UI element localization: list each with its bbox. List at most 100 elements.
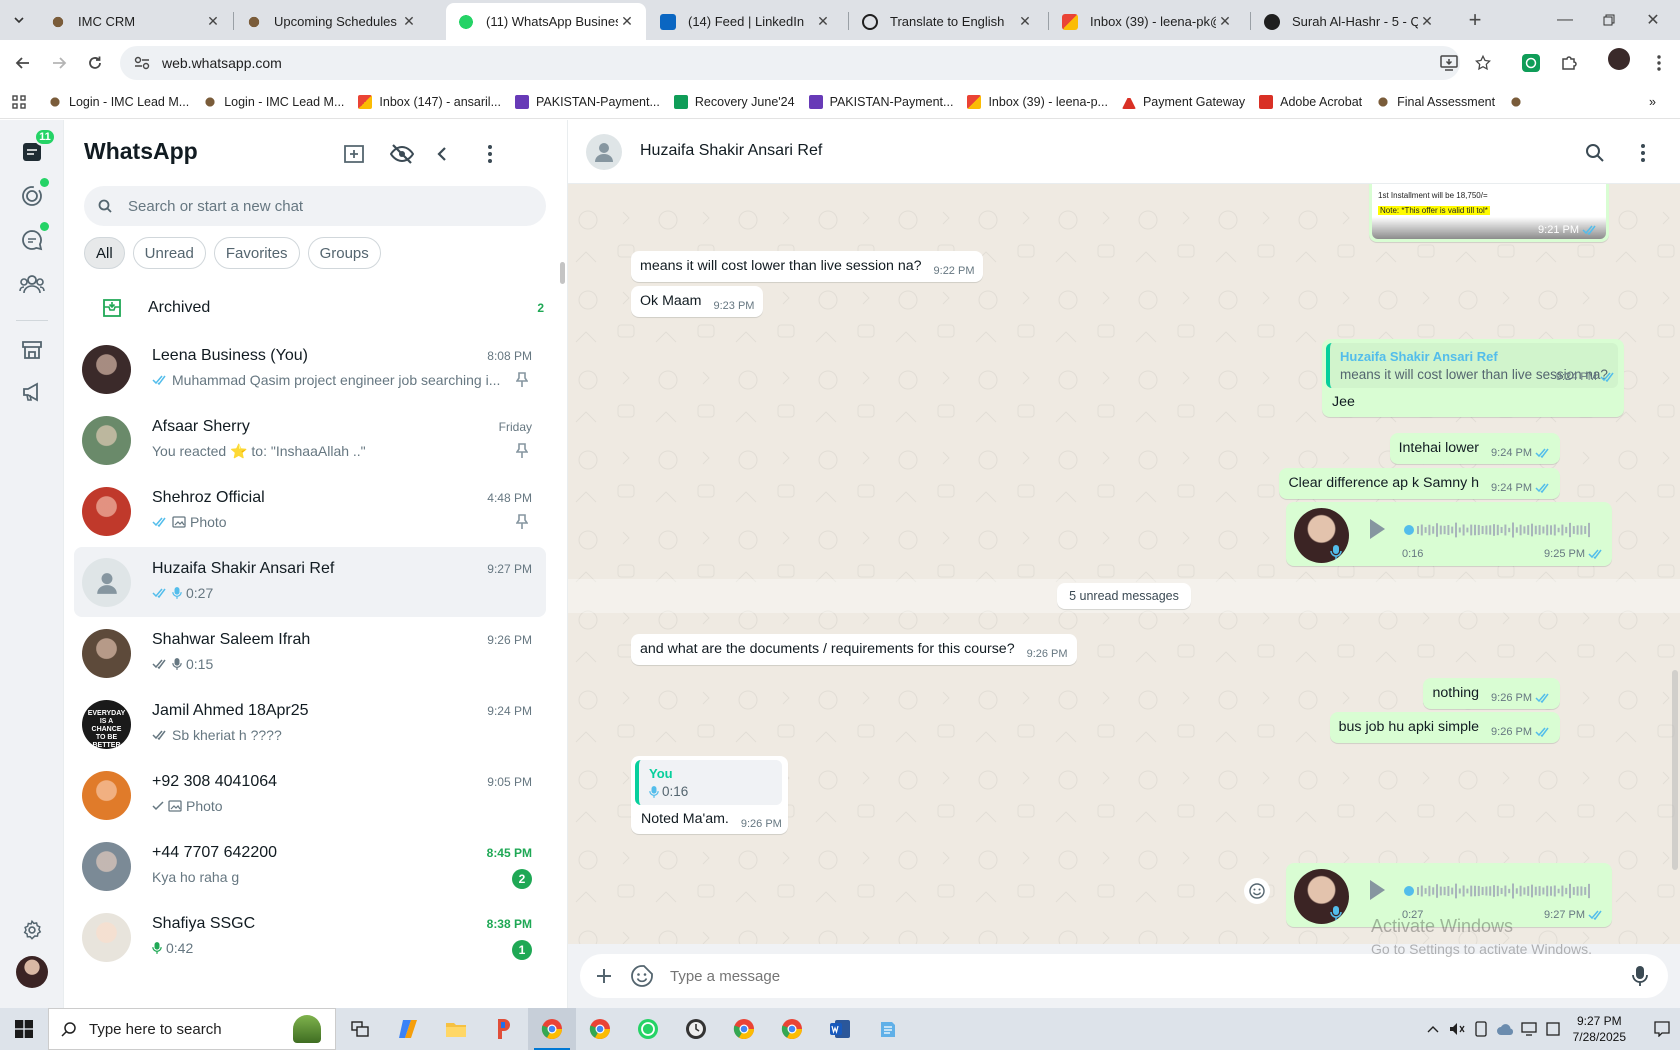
collapse-chevron-icon[interactable] (428, 140, 456, 168)
filter-unread[interactable]: Unread (132, 237, 206, 269)
close-tab-icon[interactable]: ✕ (1418, 13, 1436, 31)
bookmark-5[interactable]: PAKISTAN-Payment... (808, 95, 953, 109)
tab-quran[interactable]: Surah Al-Hashr - 5 - Qur ✕ (1252, 3, 1446, 40)
new-tab-button[interactable]: + (1462, 7, 1488, 33)
tab-whatsapp-business[interactable]: (11) WhatsApp Business ✕ (446, 3, 646, 40)
chat-row[interactable]: +92 308 4041064 9:05 PM Photo (74, 760, 546, 830)
bookmark-2[interactable]: Inbox (147) - ansaril... (358, 95, 501, 109)
site-info-icon[interactable] (134, 56, 150, 70)
microphone-icon[interactable] (1620, 956, 1660, 996)
clock-app-icon[interactable] (672, 1008, 720, 1050)
filter-groups[interactable]: Groups (307, 237, 381, 269)
tab-search-chevron-icon[interactable] (6, 7, 32, 33)
attach-plus-icon[interactable] (584, 956, 624, 996)
close-tab-icon[interactable]: ✕ (204, 13, 222, 31)
copilot-icon[interactable] (384, 1008, 432, 1050)
forward-button[interactable] (46, 50, 72, 76)
filter-all[interactable]: All (84, 237, 125, 269)
chat-row[interactable]: Shafiya SSGC 8:38 PM 0:42 1 (74, 902, 546, 972)
close-tab-icon[interactable]: ✕ (1016, 13, 1034, 31)
play-icon[interactable] (1368, 879, 1386, 901)
search-messages-icon[interactable] (1582, 140, 1608, 166)
close-tab-icon[interactable]: ✕ (814, 13, 832, 31)
tab-linkedin[interactable]: (14) Feed | LinkedIn ✕ (648, 3, 842, 40)
taskbar-clock[interactable]: 9:27 PM 7/28/2025 (1573, 1013, 1626, 1045)
chat-row[interactable]: Leena Business (You) 8:08 PM Muhammad Qasi… (74, 334, 546, 404)
address-bar[interactable]: web.whatsapp.com (120, 46, 1460, 80)
contact-name[interactable]: Huzaifa Shakir Ansari Ref (640, 142, 822, 160)
hide-unread-eye-icon[interactable] (388, 140, 416, 168)
bookmark-9[interactable]: Final Assessment (1376, 95, 1495, 109)
chrome-taskbar-icon[interactable] (528, 1008, 576, 1050)
new-chat-icon[interactable] (340, 140, 368, 168)
file-explorer-icon[interactable] (432, 1008, 480, 1050)
bookmark-star-icon[interactable] (1470, 50, 1496, 76)
chat-row[interactable]: EVERYDAY IS A CHANCE TO BE BETTER Jamil A… (74, 689, 546, 759)
language-icon[interactable] (1541, 1022, 1565, 1036)
message-incoming-reply[interactable]: You 0:16 Noted Ma'am. 9:26 PM (631, 756, 788, 834)
menu-dots-icon[interactable] (476, 140, 504, 168)
conversation-scrollbar[interactable] (1672, 670, 1678, 870)
image-message[interactable]: 1st Installment will be 18,750/= Note: *… (1369, 184, 1609, 242)
weather-cloud-icon[interactable] (1493, 1022, 1517, 1036)
chat-list-scrollbar[interactable] (560, 262, 565, 284)
close-tab-icon[interactable]: ✕ (400, 13, 418, 31)
status-icon[interactable] (16, 178, 49, 212)
play-icon[interactable] (1368, 518, 1386, 540)
message-incoming[interactable]: and what are the documents / requirement… (631, 634, 1077, 665)
bookmark-6[interactable]: Inbox (39) - leena-p... (967, 95, 1108, 109)
apps-grid-icon[interactable] (12, 95, 26, 109)
task-view-icon[interactable] (336, 1008, 384, 1050)
message-outgoing[interactable]: bus job hu apki simple 9:26 PM (1329, 712, 1560, 743)
archived-row[interactable]: Archived 2 (64, 280, 567, 336)
tab-upcoming-schedules[interactable]: Upcoming Schedules | IM ✕ (234, 3, 428, 40)
settings-gear-icon[interactable] (16, 914, 48, 946)
filter-favorites[interactable]: Favorites (213, 237, 300, 269)
back-button[interactable] (10, 50, 36, 76)
tab-gmail-inbox[interactable]: Inbox (39) - leena-pk@im ✕ (1050, 3, 1244, 40)
offer-image[interactable]: 1st Installment will be 18,750/= Note: *… (1372, 184, 1606, 239)
chrome-profile-icon[interactable] (576, 1008, 624, 1050)
chat-row[interactable]: Huzaifa Shakir Ansari Ref 9:27 PM 0:27 (74, 547, 546, 617)
device-icon[interactable] (1469, 1021, 1493, 1037)
chat-row[interactable]: Shahwar Saleem Ifrah 9:26 PM 0:15 (74, 618, 546, 688)
catalog-store-icon[interactable] (16, 334, 48, 366)
more-bookmarks-icon[interactable]: » (1649, 95, 1656, 109)
chrome-alt-icon[interactable] (720, 1008, 768, 1050)
bookmark-0[interactable]: Login - IMC Lead M... (48, 95, 189, 109)
bookmark-7[interactable]: Payment Gateway (1121, 95, 1245, 109)
message-input[interactable] (670, 967, 1620, 985)
chat-row[interactable]: +44 7707 642200 8:45 PM Kya ho raha g 2 (74, 831, 546, 901)
voice-message[interactable]: 0:16 9:25 PM (1286, 502, 1612, 566)
install-app-icon[interactable] (1436, 50, 1462, 76)
channels-icon[interactable] (16, 222, 49, 256)
message-incoming[interactable]: Ok Maam 9:23 PM (631, 286, 764, 317)
chrome-third-icon[interactable] (768, 1008, 816, 1050)
chat-row[interactable]: Shehroz Official 4:48 PM Photo (74, 476, 546, 546)
tab-imc-crm[interactable]: IMC CRM ✕ (38, 3, 232, 40)
voice-waveform[interactable] (1404, 881, 1594, 901)
voice-message[interactable]: 0:27 9:27 PM (1286, 863, 1612, 927)
bookmark-8[interactable]: Adobe Acrobat (1259, 95, 1362, 109)
volume-muted-icon[interactable] (1445, 1022, 1469, 1036)
taskbar-search[interactable]: Type here to search (48, 1008, 336, 1050)
restore-window-button[interactable] (1596, 7, 1622, 33)
contact-avatar[interactable] (586, 134, 622, 170)
profile-avatar[interactable] (16, 956, 48, 988)
whatsapp-extension-icon[interactable] (1518, 50, 1544, 76)
word-icon[interactable] (816, 1008, 864, 1050)
minimize-window-button[interactable]: — (1552, 7, 1578, 33)
message-outgoing-reply[interactable]: Huzaifa Shakir Ansari Ref means it will … (1322, 339, 1624, 417)
message-outgoing[interactable]: nothing 9:26 PM (1423, 678, 1560, 709)
message-outgoing[interactable]: Intehai lower 9:24 PM (1389, 433, 1560, 464)
profile-avatar[interactable] (1608, 48, 1630, 70)
close-tab-icon[interactable]: ✕ (1216, 13, 1234, 31)
windows-start-button[interactable] (0, 1008, 48, 1050)
whatsapp-desktop-icon[interactable] (624, 1008, 672, 1050)
advertise-megaphone-icon[interactable] (16, 376, 48, 408)
media-app-icon[interactable] (480, 1008, 528, 1050)
sticker-emoji-icon[interactable] (624, 956, 660, 996)
search-box[interactable]: Search or start a new chat (84, 186, 546, 226)
tab-translate[interactable]: Translate to English ✕ (850, 3, 1044, 40)
react-emoji-icon[interactable] (1244, 878, 1270, 904)
